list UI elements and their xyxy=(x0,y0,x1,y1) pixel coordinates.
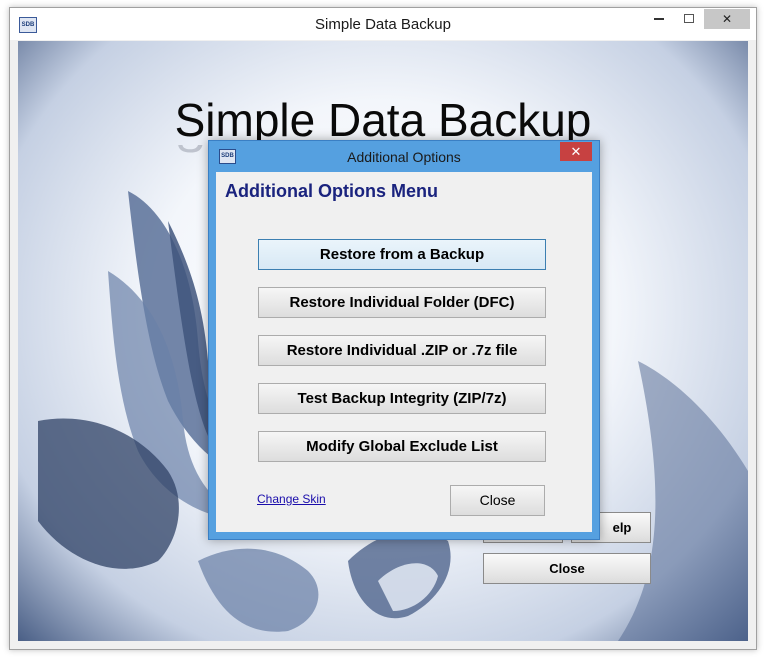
dialog-titlebar[interactable]: SDB Additional Options ✕ xyxy=(209,141,599,171)
dialog-title: Additional Options xyxy=(347,149,461,165)
dialog-body: Additional Options Menu Restore from a B… xyxy=(216,172,592,532)
main-titlebar[interactable]: SDB Simple Data Backup ✕ xyxy=(10,8,756,40)
minimize-icon xyxy=(654,17,664,20)
change-skin-link[interactable]: Change Skin xyxy=(257,492,326,506)
restore-backup-button[interactable]: Restore from a Backup xyxy=(258,239,546,270)
menu-title: Additional Options Menu xyxy=(225,181,438,201)
close-icon: ✕ xyxy=(721,12,733,26)
restore-zip-button[interactable]: Restore Individual .ZIP or .7z file xyxy=(258,335,546,366)
main-close-button[interactable]: Close xyxy=(483,553,651,584)
dialog-close-button[interactable]: Close xyxy=(450,485,545,516)
skin-title: Simple Data Backup xyxy=(174,94,592,146)
additional-options-dialog: SDB Additional Options ✕ Additional Opti… xyxy=(208,140,600,540)
maximize-button[interactable] xyxy=(674,9,704,29)
modify-exclude-list-button[interactable]: Modify Global Exclude List xyxy=(258,431,546,462)
window-close-button[interactable]: ✕ xyxy=(704,9,750,29)
minimize-button[interactable] xyxy=(644,9,674,29)
dialog-close-x-button[interactable]: ✕ xyxy=(560,142,592,161)
close-icon: ✕ xyxy=(570,144,582,159)
restore-folder-button[interactable]: Restore Individual Folder (DFC) xyxy=(258,287,546,318)
test-integrity-button[interactable]: Test Backup Integrity (ZIP/7z) xyxy=(258,383,546,414)
maximize-icon xyxy=(684,13,694,23)
